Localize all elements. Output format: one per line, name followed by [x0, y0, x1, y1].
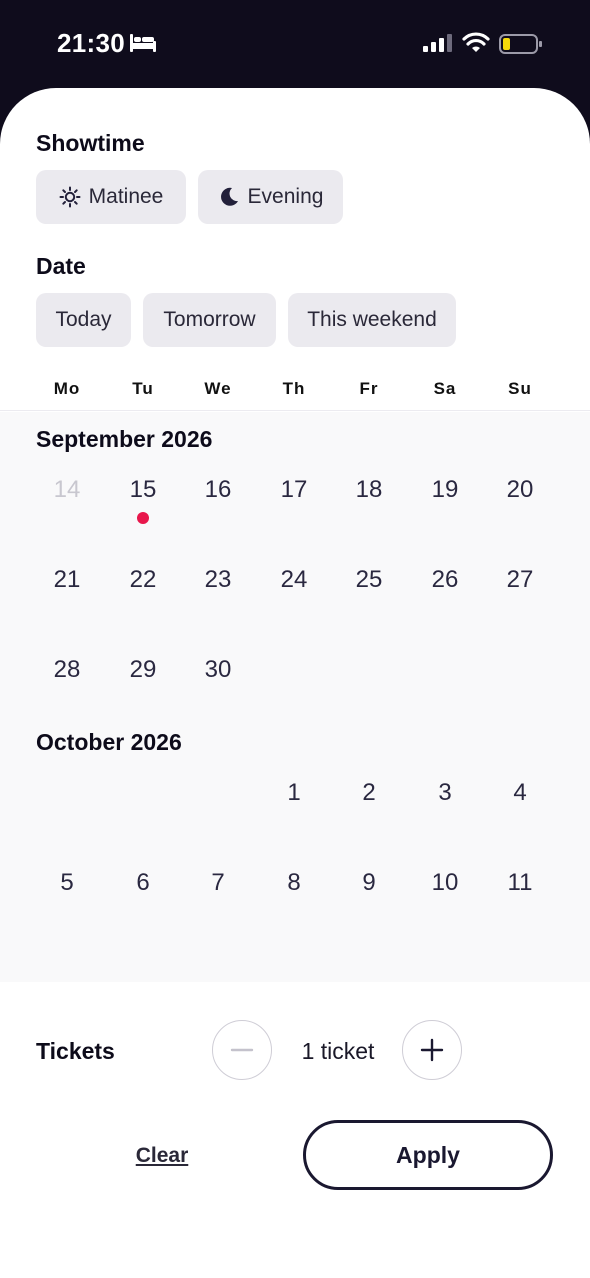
calendar-day[interactable]: 22	[113, 566, 173, 594]
calendar-day[interactable]: 20	[490, 476, 550, 504]
calendar-day[interactable]: 26	[415, 566, 475, 594]
calendar-day[interactable]: 5	[37, 869, 97, 897]
calendar-day[interactable]: 7	[188, 869, 248, 897]
calendar-day[interactable]: 11	[490, 869, 550, 897]
calendar-day[interactable]: 9	[339, 869, 399, 897]
calendar-day[interactable]: 2	[339, 779, 399, 807]
decrement-button[interactable]	[212, 1020, 272, 1080]
calendar-day[interactable]: 8	[264, 869, 324, 897]
weekday-tu: Tu	[132, 379, 154, 398]
calendar-day[interactable]: 24	[264, 566, 324, 594]
calendar-day[interactable]: 10	[415, 869, 475, 897]
calendar-day[interactable]: 25	[339, 566, 399, 594]
month-title: September 2026	[36, 426, 213, 452]
calendar-day[interactable]: 17	[264, 476, 324, 504]
calendar-day[interactable]: 1	[264, 779, 324, 807]
bed-icon	[130, 34, 156, 52]
weekday-mo: Mo	[53, 379, 81, 398]
month-title: October 2026	[36, 729, 182, 755]
filter-sheet: Showtime Matinee Evening Date Today Tomo…	[0, 88, 590, 1278]
weekday-fr: Fr	[359, 379, 379, 398]
status-time: 21:30	[57, 28, 125, 58]
today-label: Today	[55, 308, 112, 331]
evening-chip[interactable]: Evening	[198, 170, 343, 224]
weekday-th: Th	[282, 379, 306, 398]
showtime-title: Showtime	[36, 130, 145, 156]
clear-button[interactable]: Clear	[112, 1144, 212, 1168]
calendar-day[interactable]: 14	[37, 476, 97, 504]
weekday-sa: Sa	[433, 379, 457, 398]
tomorrow-label: Tomorrow	[163, 308, 256, 331]
battery-icon	[499, 34, 542, 54]
calendar-day[interactable]: 19	[415, 476, 475, 504]
calendar-day[interactable]: 23	[188, 566, 248, 594]
calendar-day[interactable]: 16	[188, 476, 248, 504]
calendar-day[interactable]: 6	[113, 869, 173, 897]
calendar-day[interactable]: 27	[490, 566, 550, 594]
weekday-header: Mo Tu We Th Fr Sa Su	[0, 371, 590, 411]
plus-icon	[420, 1038, 444, 1062]
this-weekend-chip[interactable]: This weekend	[288, 293, 456, 347]
sun-icon	[59, 186, 81, 208]
calendar-day[interactable]: 28	[37, 656, 97, 684]
this-weekend-label: This weekend	[307, 308, 437, 331]
wifi-icon	[462, 32, 490, 52]
signal-icon	[423, 34, 452, 52]
ticket-count: 1 ticket	[301, 1038, 375, 1064]
tickets-label: Tickets	[36, 1038, 115, 1064]
calendar-day[interactable]: 4	[490, 779, 550, 807]
matinee-label: Matinee	[88, 185, 164, 208]
status-bar: 21:30	[0, 0, 590, 88]
calendar-day[interactable]: 29	[113, 656, 173, 684]
weekday-we: We	[204, 379, 232, 398]
calendar-day[interactable]: 30	[188, 656, 248, 684]
increment-button[interactable]	[402, 1020, 462, 1080]
calendar-day[interactable]: 15	[113, 476, 173, 504]
today-chip[interactable]: Today	[36, 293, 131, 347]
date-title: Date	[36, 253, 86, 279]
apply-button[interactable]: Apply	[303, 1120, 553, 1190]
event-dot	[137, 512, 149, 524]
minus-icon	[230, 1048, 254, 1052]
matinee-chip[interactable]: Matinee	[36, 170, 186, 224]
calendar-day[interactable]: 21	[37, 566, 97, 594]
evening-label: Evening	[247, 185, 324, 208]
moon-icon	[220, 187, 238, 206]
calendar-scroll[interactable]: September 2026 14 15 16 17 18 19 20 21 22 23 24 25 26…	[0, 412, 590, 982]
weekday-su: Su	[508, 379, 532, 398]
tomorrow-chip[interactable]: Tomorrow	[143, 293, 276, 347]
calendar-day[interactable]: 18	[339, 476, 399, 504]
calendar-day[interactable]: 3	[415, 779, 475, 807]
